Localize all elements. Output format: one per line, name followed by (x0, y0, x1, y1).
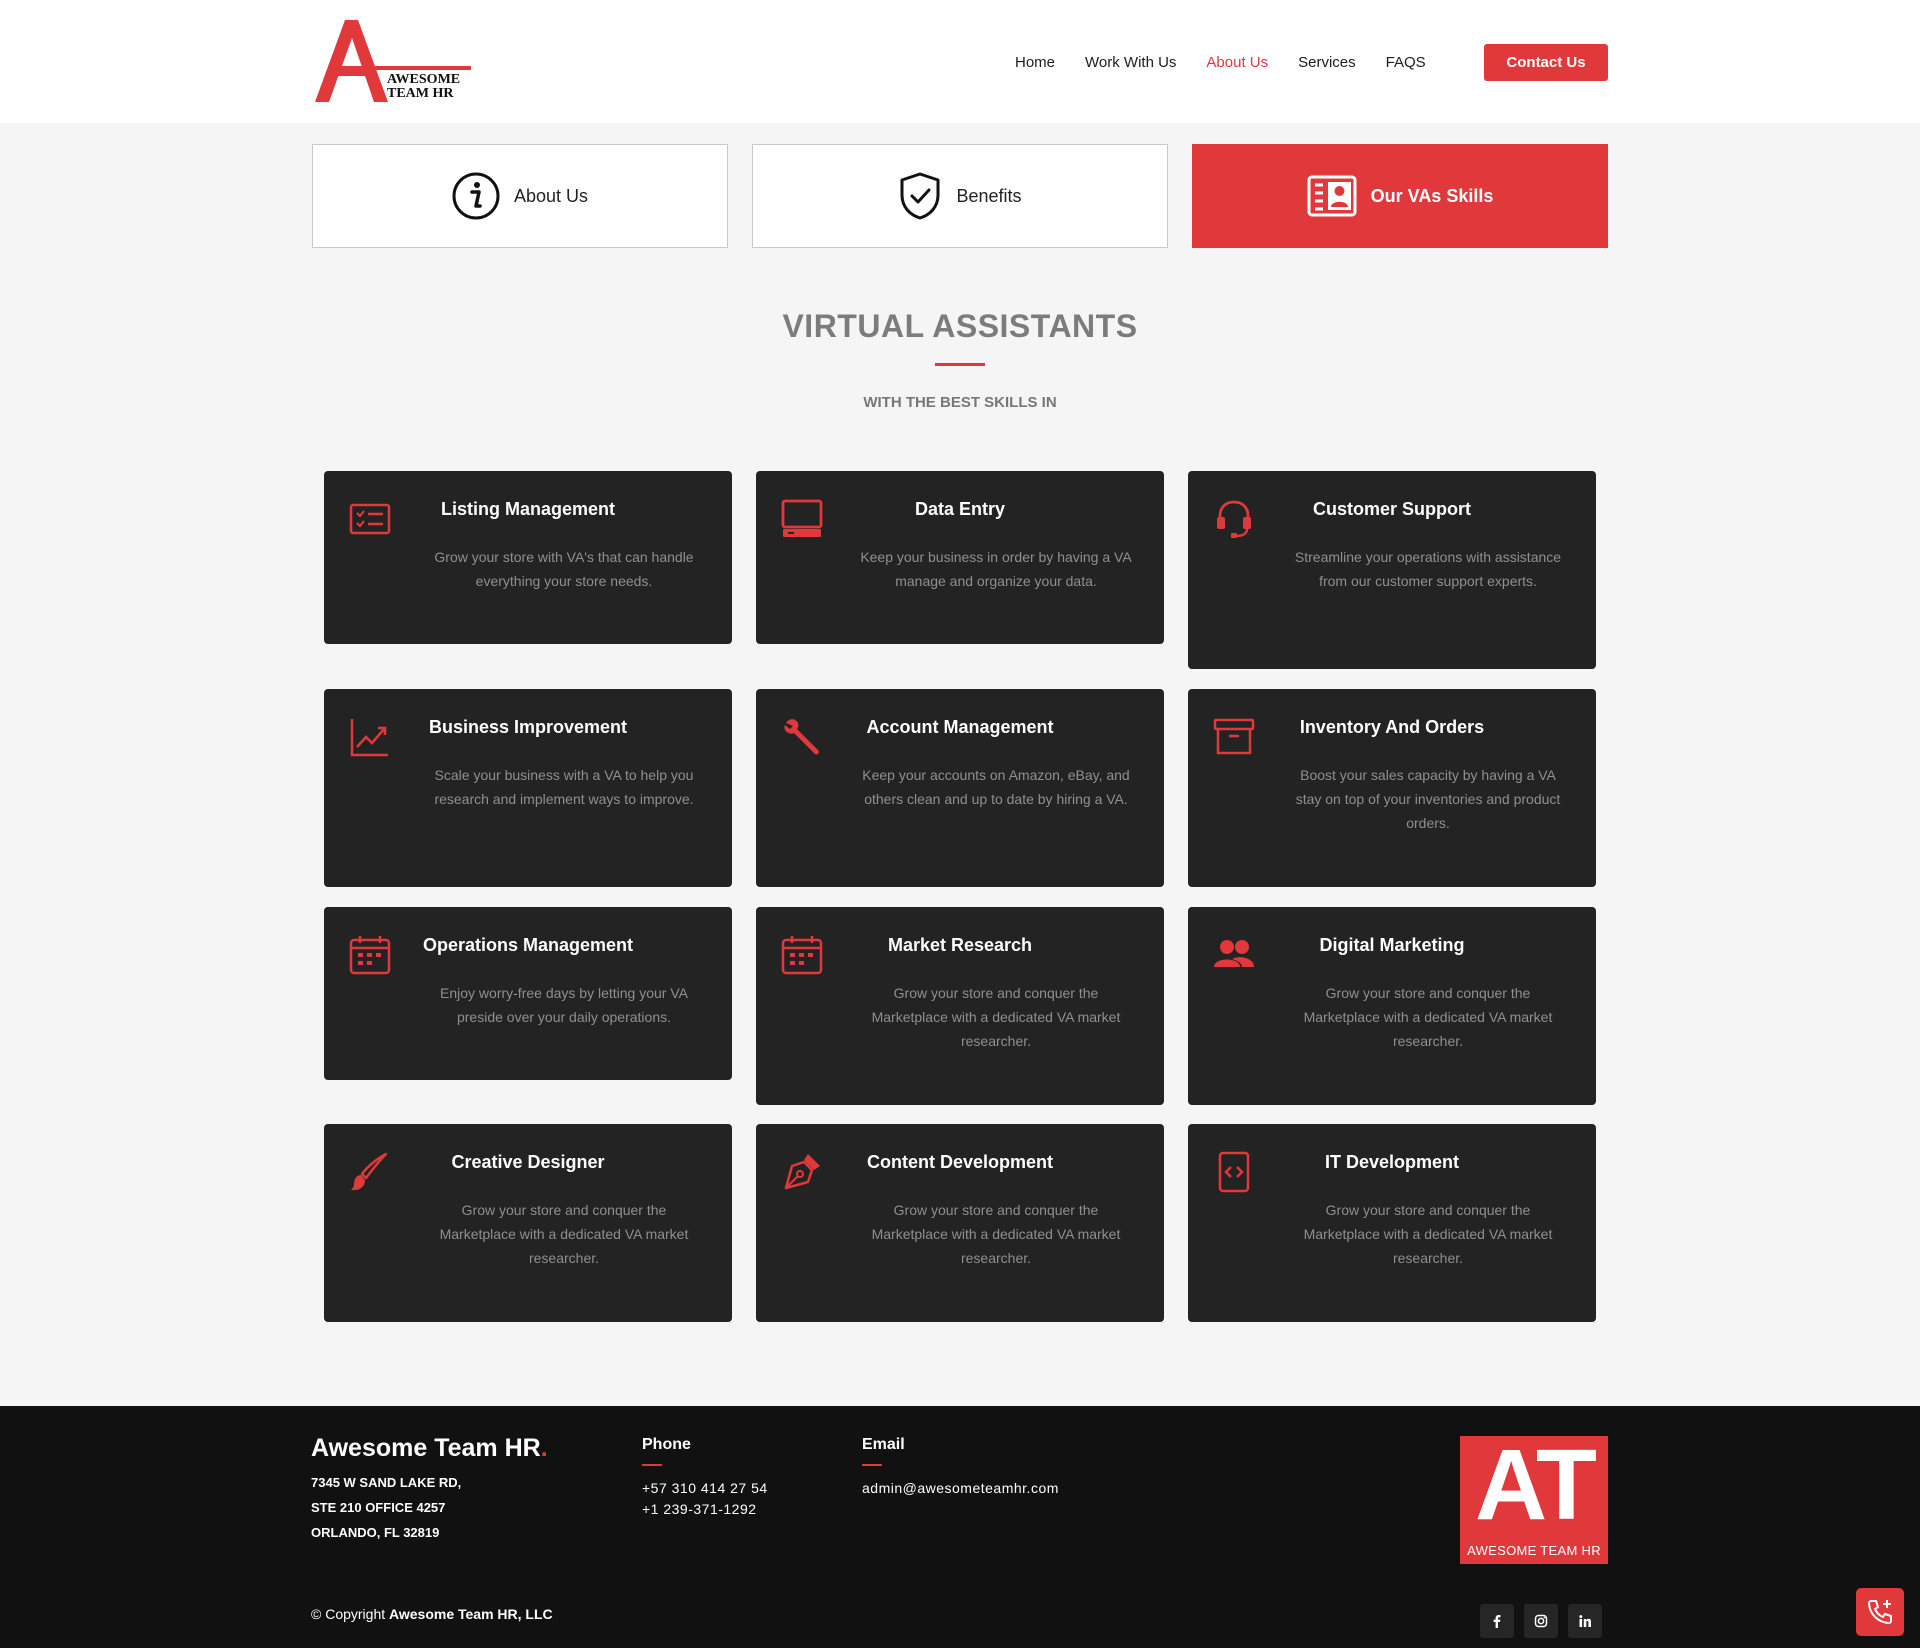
linkedin-link[interactable] (1568, 1604, 1602, 1638)
card-title: Data Entry (914, 499, 1006, 519)
skill-card-market-research[interactable]: Market Research Grow your store and conq… (756, 907, 1164, 1105)
card-title: Listing Management (440, 499, 615, 519)
footer-brand: Awesome Team HR. (311, 1434, 548, 1463)
card-title: Digital Marketing (1319, 935, 1465, 955)
card-description: Grow your store and conquer the Marketpl… (871, 1202, 1121, 1266)
section-subtitle: WITH THE BEST SKILLS IN (863, 394, 1057, 411)
footer-logo-letters: AT (1475, 1429, 1597, 1541)
card-title: Market Research (887, 935, 1033, 955)
phone-heading-rule (642, 1464, 662, 1466)
nav-faqs[interactable]: FAQS (1386, 54, 1426, 71)
nav-services[interactable]: Services (1298, 54, 1356, 71)
tab-benefits[interactable]: Benefits (752, 144, 1168, 248)
email-heading: Email (862, 1436, 905, 1453)
copyright: © Copyright Awesome Team HR, LLC (311, 1606, 553, 1622)
facebook-link[interactable] (1480, 1604, 1514, 1638)
nav-home[interactable]: Home (1015, 54, 1055, 71)
title-divider (935, 363, 985, 366)
email-link[interactable]: admin@awesometeamhr.com (862, 1478, 1059, 1499)
card-title: Inventory And Orders (1299, 717, 1485, 737)
instagram-icon (1534, 1614, 1548, 1628)
skill-card-operations-management[interactable]: Operations Management Enjoy worry-free d… (324, 907, 732, 1080)
card-description: Grow your store and conquer the Marketpl… (1303, 985, 1553, 1049)
card-title: Business Improvement (428, 717, 628, 737)
tab-label: Benefits (956, 185, 1022, 206)
card-description: Keep your accounts on Amazon, eBay, and … (862, 767, 1130, 807)
footer-logo: AT AWESOME TEAM HR (1460, 1429, 1608, 1564)
info-icon (452, 172, 500, 220)
card-title: Customer Support (1312, 499, 1471, 519)
copyright-company: Awesome Team HR, LLC (389, 1606, 553, 1622)
skill-card-creative-designer[interactable]: Creative Designer Grow your store and co… (324, 1124, 732, 1322)
phone-plus-icon (1867, 1600, 1892, 1625)
nav-about-us[interactable]: About Us (1206, 54, 1268, 71)
site-footer: Awesome Team HR. 7345 W SAND LAKE RD, ST… (0, 1406, 1920, 1648)
card-description: Grow your store and conquer the Marketpl… (1303, 1202, 1553, 1266)
skill-card-it-development[interactable]: IT Development Grow your store and conqu… (1188, 1124, 1596, 1322)
phone-number[interactable]: +57 310 414 27 54 (642, 1478, 768, 1499)
card-description: Streamline your operations with assistan… (1294, 549, 1562, 589)
card-description: Scale your business with a VA to help yo… (434, 767, 694, 807)
facebook-icon (1493, 1615, 1501, 1628)
phone-list: +57 310 414 27 54 +1 239-371-1292 (642, 1478, 768, 1520)
section-title: VIRTUAL ASSISTANTS (782, 308, 1138, 344)
footer-brand-dot: . (540, 1434, 548, 1462)
linkedin-icon (1579, 1615, 1591, 1627)
card-description: Enjoy worry-free days by letting your VA… (440, 985, 688, 1025)
site-header: AWESOME TEAM HR Home Work With Us About … (0, 0, 1920, 123)
skill-card-content-development[interactable]: Content Development Grow your store and … (756, 1124, 1164, 1322)
skill-card-customer-support[interactable]: Customer Support Streamline your operati… (1188, 471, 1596, 669)
instagram-link[interactable] (1524, 1604, 1558, 1638)
call-button[interactable] (1856, 1588, 1904, 1636)
card-description: Grow your store with VA's that can handl… (434, 549, 694, 589)
card-description: Grow your store and conquer the Marketpl… (871, 985, 1121, 1049)
tab-label: About Us (513, 185, 589, 206)
address-line: 7345 W SAND LAKE RD, (311, 1475, 462, 1490)
card-description: Grow your store and conquer the Marketpl… (439, 1202, 689, 1266)
contact-us-button[interactable]: Contact Us (1484, 44, 1608, 81)
email-heading-rule (862, 1464, 882, 1466)
card-description: Boost your sales capacity by having a VA… (1295, 767, 1561, 831)
nav-work-with-us[interactable]: Work With Us (1085, 54, 1176, 71)
id-card-icon (1307, 175, 1357, 217)
card-description: Keep your business in order by having a … (860, 549, 1132, 589)
tab-our-vas-skills[interactable]: Our VAs Skills (1192, 144, 1608, 248)
card-title: Content Development (866, 1152, 1053, 1172)
tab-label: Our VAs Skills (1370, 185, 1494, 206)
skill-card-inventory-and-orders[interactable]: Inventory And Orders Boost your sales ca… (1188, 689, 1596, 887)
site-logo[interactable]: AWESOME TEAM HR (311, 18, 476, 106)
address-line: STE 210 OFFICE 4257 (311, 1500, 446, 1515)
card-title: Operations Management (422, 935, 634, 955)
card-title: Account Management (866, 717, 1054, 737)
main-nav: Home Work With Us About Us Services FAQS (1015, 44, 1456, 80)
tab-about-us[interactable]: About Us (312, 144, 728, 248)
address-line: ORLANDO, FL 32819 (311, 1525, 440, 1540)
skill-card-data-entry[interactable]: Data Entry Keep your business in order b… (756, 471, 1164, 644)
skill-card-account-management[interactable]: Account Management Keep your accounts on… (756, 689, 1164, 887)
skill-card-listing-management[interactable]: Listing Management Grow your store with … (324, 471, 732, 644)
footer-brand-name: Awesome Team HR (311, 1434, 541, 1462)
footer-address: 7345 W SAND LAKE RD, STE 210 OFFICE 4257… (311, 1470, 461, 1545)
phone-heading: Phone (642, 1436, 691, 1453)
logo-text-2: TEAM HR (387, 86, 454, 101)
footer-logo-text: AWESOME TEAM HR (1467, 1543, 1601, 1558)
skill-card-digital-marketing[interactable]: Digital Marketing Grow your store and co… (1188, 907, 1596, 1105)
card-title: IT Development (1324, 1152, 1460, 1172)
skill-card-business-improvement[interactable]: Business Improvement Scale your business… (324, 689, 732, 887)
copyright-prefix: © Copyright (311, 1606, 386, 1622)
card-title: Creative Designer (451, 1152, 605, 1172)
phone-number[interactable]: +1 239-371-1292 (642, 1499, 768, 1520)
shield-check-icon (900, 172, 940, 220)
